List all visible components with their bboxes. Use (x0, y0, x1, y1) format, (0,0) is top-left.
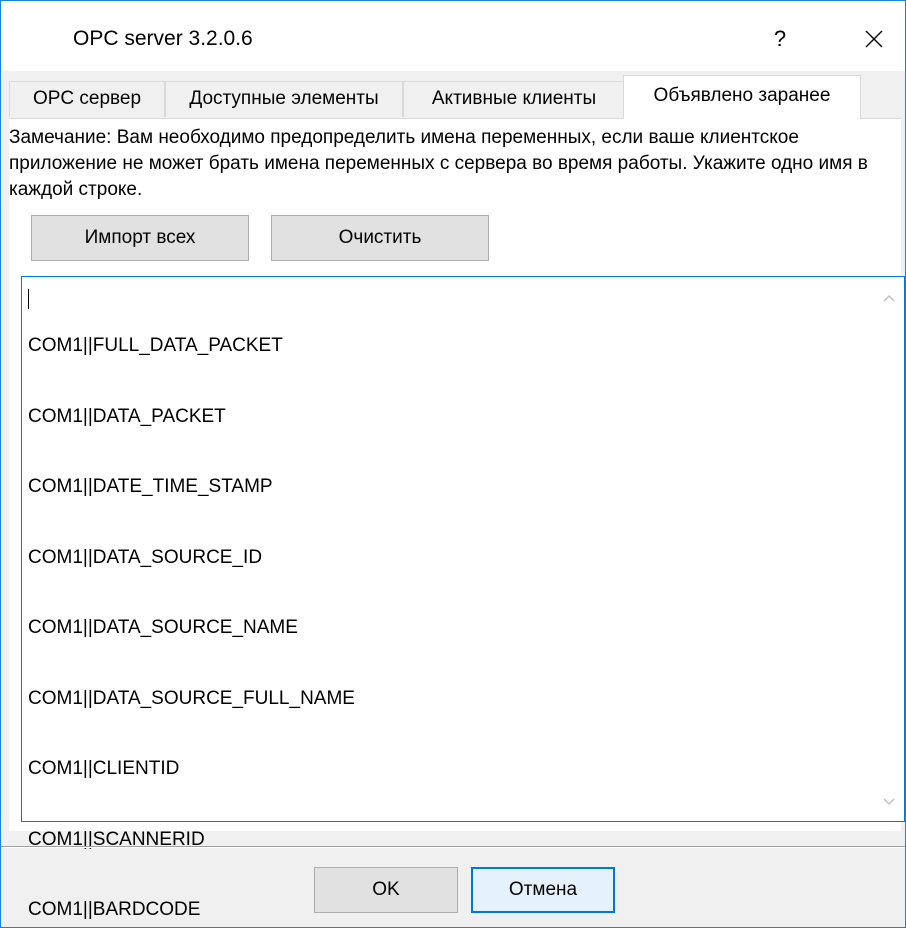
text-caret (28, 289, 29, 309)
close-icon (865, 30, 883, 48)
variable-line: COM1||DATE_TIME_STAMP (28, 476, 273, 497)
variable-line: COM1||CLIENTID (28, 758, 180, 779)
title-bar: OPC server 3.2.0.6 ? (1, 1, 905, 71)
scroll-up-button[interactable] (880, 289, 898, 307)
variable-line: COM1||FULL_DATA_PACKET (28, 335, 283, 356)
variable-line: COM1||DATA_SOURCE_NAME (28, 617, 298, 638)
button-label: Импорт всех (84, 227, 196, 248)
tab-label: OPC сервер (32, 88, 142, 109)
variable-line: COM1||DATA_SOURCE_ID (28, 546, 263, 568)
tab-label: Активные клиенты (431, 88, 597, 109)
variable-names-textarea[interactable]: COM1||FULL_DATA_PACKET COM1||DATA_PACKET… (21, 276, 905, 920)
variable-line: COM1||DATA_SOURCE_FULL_NAME (28, 687, 355, 709)
footer-separator (1, 846, 905, 848)
variable-line: COM1||DATA_PACKET (28, 405, 226, 427)
close-button[interactable] (851, 17, 897, 61)
chevron-down-icon (883, 798, 895, 806)
button-label: Отмена (508, 879, 578, 900)
chevron-up-icon (883, 294, 895, 302)
note-text: Замечание: Вам необходимо предопределить… (9, 127, 868, 200)
tab-label: Объявлено заранее (653, 85, 831, 106)
tab-predeclared[interactable]: Объявлено заранее (623, 75, 861, 119)
clear-button[interactable]: Очистить (271, 215, 489, 261)
opc-server-dialog: OPC server 3.2.0.6 ? OPC сервер Доступны… (0, 0, 906, 928)
help-icon: ? (773, 26, 787, 51)
help-button[interactable]: ? (757, 17, 803, 61)
tab-opc-server[interactable]: OPC сервер (9, 81, 165, 117)
import-all-button[interactable]: Импорт всех (31, 215, 249, 261)
tab-label: Доступные элементы (189, 88, 379, 109)
tab-available-items[interactable]: Доступные элементы (165, 81, 403, 117)
tab-strip: OPC сервер Доступные элементы Активные к… (9, 75, 897, 119)
button-label: Очистить (338, 227, 422, 248)
tab-active-clients[interactable]: Активные клиенты (403, 81, 625, 117)
ok-button[interactable]: OK (314, 867, 458, 913)
button-label: OK (372, 879, 400, 900)
variable-line: COM1||BARDCODE (28, 899, 201, 920)
scroll-down-button[interactable] (880, 793, 898, 811)
cancel-button[interactable]: Отмена (471, 867, 615, 913)
window-title: OPC server 3.2.0.6 (73, 27, 253, 50)
variable-list: COM1||FULL_DATA_PACKET COM1||DATA_PACKET… (28, 287, 355, 927)
